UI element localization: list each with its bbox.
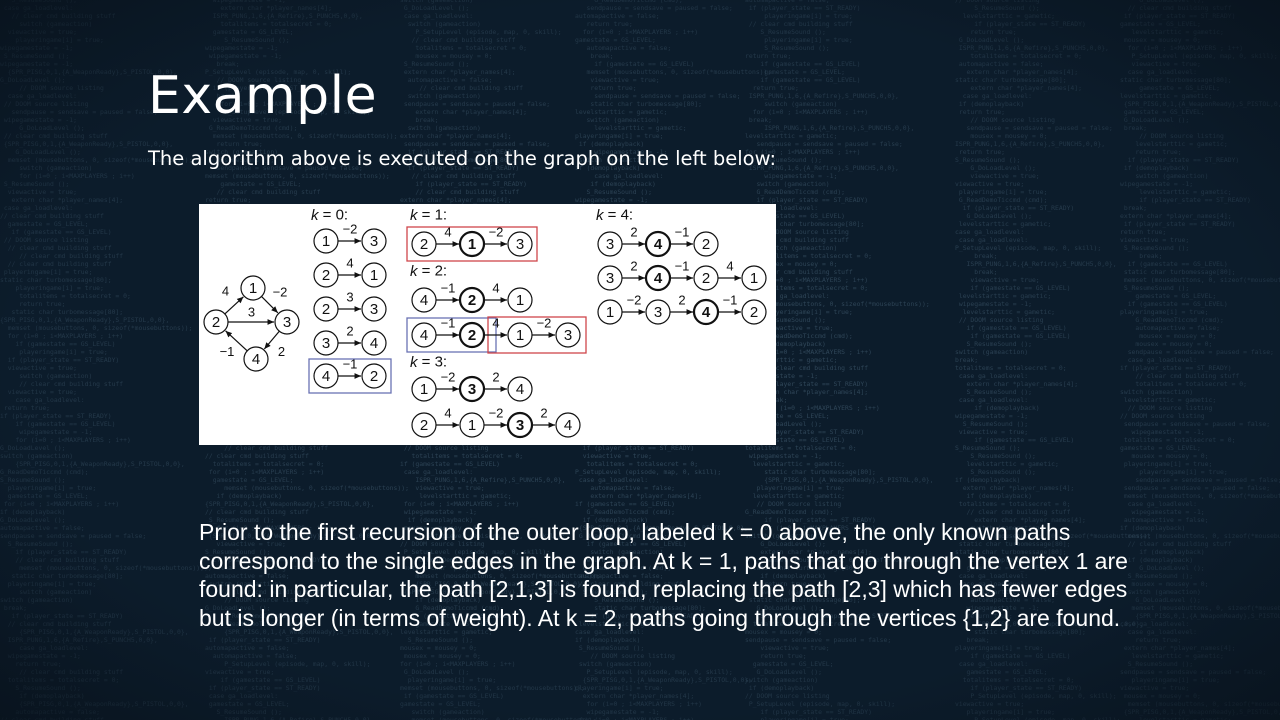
- path-node-label: 4: [654, 236, 663, 253]
- path-node-label: 3: [606, 270, 614, 287]
- graph-node-label: 4: [252, 351, 260, 368]
- path-node-label: 1: [370, 267, 378, 284]
- stage-label: k = 2:: [410, 263, 447, 280]
- figure-panel: 4 3 −2 2 −1 1 2 3 4 k = 0: −2 1 3 4 2 1 3 2 3 2 3 4 −1 4 2 k = 1:…: [199, 204, 776, 445]
- path-node-label: 3: [516, 417, 524, 434]
- path-edge-weight: 4: [444, 406, 451, 421]
- path-edge-weight: −2: [441, 370, 456, 385]
- path-edge-weight: 2: [540, 406, 547, 421]
- path-node-label: 3: [606, 236, 614, 253]
- slide-subtitle: The algorithm above is executed on the g…: [148, 147, 777, 170]
- path-node-label: 3: [370, 301, 378, 318]
- path-edge-weight: −2: [489, 406, 504, 421]
- slide-body-text: Prior to the first recursion of the oute…: [199, 519, 1128, 631]
- path-node-label: 2: [370, 368, 378, 385]
- path-edge-weight: 4: [492, 281, 499, 296]
- stage-label: k = 3:: [410, 354, 447, 371]
- path-node-label: 4: [420, 292, 428, 309]
- path-edge-weight: 3: [346, 290, 353, 305]
- path-node-label: 2: [702, 270, 710, 287]
- path-edge-weight: −2: [489, 225, 504, 240]
- graph-edge-weight: −1: [220, 344, 235, 359]
- path-node-label: 4: [702, 304, 711, 321]
- path-node-label: 4: [564, 417, 572, 434]
- path-node-label: 2: [322, 267, 330, 284]
- path-edge-weight: −1: [675, 259, 690, 274]
- path-edge-weight: −2: [627, 293, 642, 308]
- path-node-label: 4: [654, 270, 663, 287]
- graph-edge-weight: 3: [248, 305, 255, 320]
- path-edge-weight: −1: [675, 225, 690, 240]
- graph-node-label: 3: [283, 314, 291, 331]
- graph-edge-weight: 4: [222, 284, 229, 299]
- path-node-label: 2: [468, 292, 476, 309]
- path-node-label: 3: [654, 304, 662, 321]
- path-node-label: 4: [322, 368, 330, 385]
- path-edge-weight: 2: [346, 324, 353, 339]
- path-edge-weight: 2: [630, 259, 637, 274]
- graph-edge: [224, 296, 244, 315]
- path-edge-weight: 4: [346, 256, 353, 271]
- path-node-label: 1: [420, 381, 428, 398]
- path-node-label: 4: [370, 335, 378, 352]
- slide-title: Example: [148, 66, 378, 126]
- path-node-label: 3: [322, 335, 330, 352]
- floyd-warshall-figure: 43−22−112 34k = 0:−21 342 132 323 4−14 2k = 1:…: [203, 207, 767, 439]
- graph-edge-weight: −2: [273, 285, 288, 300]
- path-node-label: 3: [564, 327, 572, 344]
- path-node-label: 1: [516, 292, 524, 309]
- path-node-label: 3: [516, 236, 524, 253]
- graph-node-label: 2: [212, 314, 220, 331]
- path-node-label: 2: [702, 236, 710, 253]
- path-node-label: 1: [322, 233, 330, 250]
- path-node-label: 1: [516, 327, 524, 344]
- path-edge-weight: −1: [723, 293, 738, 308]
- path-edge-weight: 2: [678, 293, 685, 308]
- path-node-label: 2: [420, 236, 428, 253]
- graph-node-label: 1: [249, 280, 257, 297]
- path-edge-weight: 4: [444, 225, 451, 240]
- path-edge-weight: −1: [343, 357, 358, 372]
- stage-label: k = 4:: [596, 207, 633, 224]
- path-node-label: 3: [370, 233, 378, 250]
- path-edge-weight: 4: [726, 259, 733, 274]
- path-node-label: 4: [420, 327, 428, 344]
- path-edge-weight: −1: [441, 316, 456, 331]
- path-edge-weight: 4: [492, 316, 499, 331]
- path-node-label: 1: [468, 417, 476, 434]
- graph-edge-weight: 2: [278, 344, 285, 359]
- path-edge-weight: 2: [492, 370, 499, 385]
- path-node-label: 4: [516, 381, 524, 398]
- path-edge-weight: 2: [630, 225, 637, 240]
- path-node-label: 1: [468, 236, 476, 253]
- path-node-label: 2: [322, 301, 330, 318]
- path-node-label: 2: [420, 417, 428, 434]
- path-node-label: 1: [606, 304, 614, 321]
- path-node-label: 2: [468, 327, 476, 344]
- path-edge-weight: −2: [343, 222, 358, 237]
- stage-label: k = 1:: [410, 207, 447, 224]
- path-edge-weight: −2: [537, 316, 552, 331]
- path-node-label: 3: [468, 381, 476, 398]
- path-edge-weight: −1: [441, 281, 456, 296]
- path-node-label: 2: [750, 304, 758, 321]
- path-node-label: 1: [750, 270, 758, 287]
